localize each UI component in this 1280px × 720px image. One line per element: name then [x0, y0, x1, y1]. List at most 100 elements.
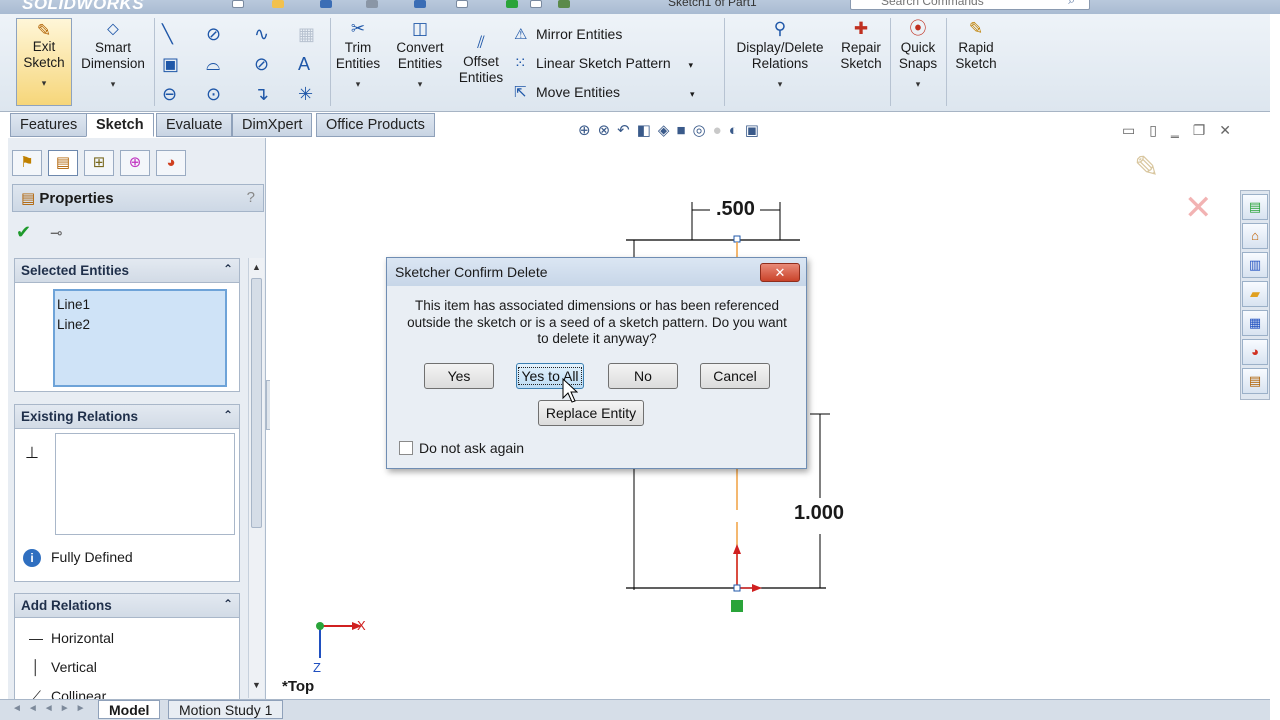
tab-evaluate[interactable]: Evaluate: [156, 113, 233, 137]
list-item[interactable]: Line2: [57, 315, 223, 335]
chevron-down-icon[interactable]: ▾: [78, 76, 148, 92]
display-delete-relations-button[interactable]: ⚲ Display/Delete Relations ▾: [728, 20, 832, 92]
zoom-to-fit-icon[interactable]: ⊕: [578, 122, 598, 139]
previous-view-icon[interactable]: ↶: [617, 122, 637, 139]
scrollbar-thumb[interactable]: [251, 278, 262, 528]
panel-scrollbar[interactable]: ▲ ▼: [248, 258, 264, 698]
save-icon[interactable]: [320, 0, 332, 8]
tab-office-products[interactable]: Office Products: [316, 113, 435, 137]
undo-icon[interactable]: [414, 0, 426, 8]
configuration-manager-tab-icon[interactable]: ⊞: [84, 150, 114, 176]
restore-icon[interactable]: ❐: [1193, 122, 1220, 138]
existing-relations-list[interactable]: [55, 433, 235, 535]
view-palette-icon[interactable]: ▦: [1242, 310, 1268, 336]
line-icon[interactable]: ╲: [162, 24, 173, 44]
minimize-icon[interactable]: ‗: [1171, 122, 1193, 138]
dimxpert-manager-tab-icon[interactable]: ⊕: [120, 150, 150, 176]
scroll-down-icon[interactable]: ▼: [252, 680, 261, 690]
chevron-down-icon[interactable]: ▾: [689, 60, 694, 70]
replace-entity-button[interactable]: Replace Entity: [538, 400, 644, 426]
confirmation-corner-sketch-icon[interactable]: ✎: [1134, 150, 1159, 185]
relation-option-horizontal[interactable]: — Horizontal: [21, 624, 114, 653]
tab-model[interactable]: Model: [98, 700, 161, 719]
collapse-icon[interactable]: ⌃: [223, 408, 233, 422]
collapse-icon[interactable]: ⌃: [223, 262, 233, 276]
home-icon[interactable]: ⌂: [1242, 223, 1268, 249]
linear-sketch-pattern-button[interactable]: ⁙ Linear Sketch Pattern ▾: [514, 54, 693, 74]
design-library-icon[interactable]: ▥: [1242, 252, 1268, 278]
feature-manager-tab-icon[interactable]: ⚑: [12, 150, 42, 176]
split-icon[interactable]: ▯: [1149, 122, 1171, 138]
rebuild-icon[interactable]: [506, 0, 518, 8]
file-properties-icon[interactable]: [530, 0, 542, 8]
collapse-icon[interactable]: ⌃: [223, 597, 233, 611]
chevron-down-icon[interactable]: ▾: [390, 76, 450, 92]
relation-option-collinear[interactable]: ⟋ Collinear: [21, 682, 114, 699]
point-icon[interactable]: ✳: [298, 84, 313, 104]
view-orientation-icon[interactable]: ◈: [658, 122, 677, 139]
add-relations-header[interactable]: Add Relations ⌃: [15, 594, 239, 618]
tab-sketch[interactable]: Sketch: [86, 113, 154, 137]
file-explorer-icon[interactable]: ▰: [1242, 281, 1268, 307]
centerline-icon[interactable]: ▦: [298, 24, 315, 44]
exit-sketch-button[interactable]: ✎ Exit Sketch ▾: [16, 18, 72, 106]
dialog-close-button[interactable]: ✕: [760, 263, 800, 282]
select-icon[interactable]: [456, 0, 468, 8]
open-folder-icon[interactable]: [272, 0, 284, 8]
spline-icon[interactable]: ∿: [254, 24, 269, 44]
checkbox-box[interactable]: [399, 441, 413, 455]
yes-button[interactable]: Yes: [424, 363, 494, 389]
apply-scene-icon[interactable]: ◐: [729, 122, 745, 139]
print-icon[interactable]: [366, 0, 378, 8]
search-commands-box[interactable]: ⌕: [850, 0, 1090, 10]
no-button[interactable]: No: [608, 363, 678, 389]
text-icon[interactable]: A: [298, 54, 310, 74]
offset-entities-button[interactable]: ⫽ Offset Entities: [455, 34, 507, 86]
rapid-sketch-button[interactable]: ✎ Rapid Sketch: [950, 20, 1002, 72]
chevron-down-icon[interactable]: ▾: [894, 76, 942, 92]
confirmation-corner-cancel-icon[interactable]: ✕: [1184, 188, 1213, 228]
search-icon[interactable]: ⌕: [1068, 0, 1075, 8]
cancel-button[interactable]: Cancel: [700, 363, 770, 389]
close-icon[interactable]: ✕: [1219, 122, 1245, 138]
chevron-down-icon[interactable]: ▾: [728, 76, 832, 92]
circle-icon[interactable]: ⊘: [206, 24, 221, 44]
tab-dimxpert[interactable]: DimXpert: [232, 113, 313, 137]
new-document-icon[interactable]: [232, 0, 244, 8]
repair-sketch-button[interactable]: ✚ Repair Sketch: [836, 20, 886, 72]
appearances-icon[interactable]: ◕: [1242, 339, 1268, 365]
chevron-down-icon[interactable]: ▾: [330, 76, 386, 92]
property-manager-tab-icon[interactable]: ▤: [48, 150, 78, 176]
existing-relations-header[interactable]: Existing Relations ⌃: [15, 405, 239, 429]
ok-check-icon[interactable]: ✔: [16, 222, 31, 242]
dialog-title-bar[interactable]: Sketcher Confirm Delete: [387, 258, 806, 286]
pushpin-icon[interactable]: ⊸: [50, 225, 63, 242]
slot-icon[interactable]: ⊖: [162, 84, 177, 104]
chevron-down-icon[interactable]: ▾: [17, 75, 71, 91]
move-entities-button[interactable]: ⇱ Move Entities ▾: [514, 83, 694, 103]
zoom-to-area-icon[interactable]: ⊗: [598, 122, 618, 139]
trim-entities-button[interactable]: ✂ Trim Entities ▾: [330, 20, 386, 92]
fillet-icon[interactable]: ↴: [254, 84, 269, 104]
quick-snaps-button[interactable]: ⦿ Quick Snaps ▾: [894, 20, 942, 92]
arc-icon[interactable]: ⌓: [206, 54, 220, 74]
convert-entities-button[interactable]: ◫ Convert Entities ▾: [390, 20, 450, 92]
tab-features[interactable]: Features: [10, 113, 88, 137]
custom-properties-icon[interactable]: ▤: [1242, 368, 1268, 394]
rectangle-icon[interactable]: ▣: [162, 54, 179, 74]
selected-entities-header[interactable]: Selected Entities ⌃: [15, 259, 239, 283]
selected-entities-list[interactable]: Line1 Line2: [53, 289, 227, 387]
chevron-down-icon[interactable]: ▾: [690, 89, 695, 99]
tab-scroll-arrows[interactable]: ◄◄◄►►: [12, 703, 92, 714]
section-view-icon[interactable]: ◧: [637, 122, 658, 139]
ellipse-icon[interactable]: ⊘: [254, 54, 269, 74]
mirror-entities-button[interactable]: ⚠ Mirror Entities: [514, 25, 622, 44]
hide-show-items-icon[interactable]: ◎: [693, 122, 713, 139]
solidworks-resources-icon[interactable]: ▤: [1242, 194, 1268, 220]
polygon-icon[interactable]: ⊙: [206, 84, 221, 104]
relation-option-vertical[interactable]: │ Vertical: [21, 653, 114, 682]
search-input[interactable]: [881, 0, 1081, 8]
scroll-up-icon[interactable]: ▲: [252, 262, 261, 272]
display-manager-tab-icon[interactable]: ◕: [156, 150, 186, 176]
list-item[interactable]: Line1: [57, 295, 223, 315]
